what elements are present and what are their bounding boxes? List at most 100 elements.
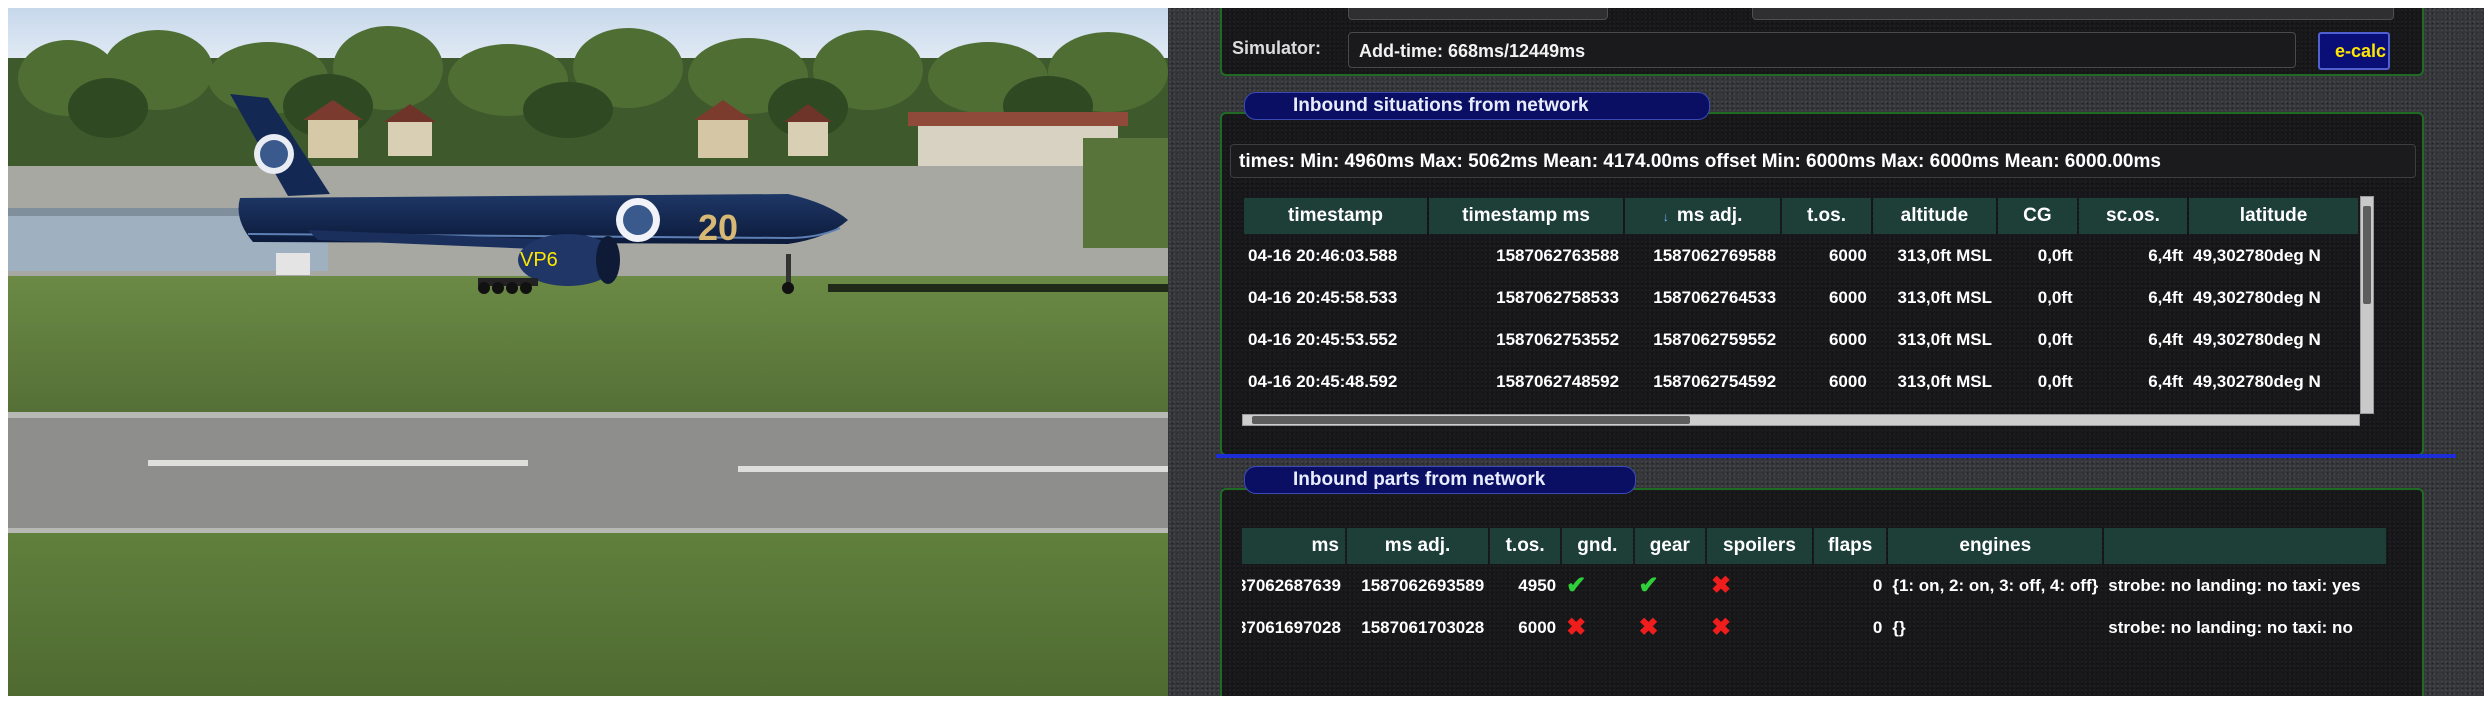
cell-timestamp-ms: 1587062763588 xyxy=(1496,246,1620,265)
cell-flaps: 0 xyxy=(1872,618,1883,637)
cell-gnd: ✖ xyxy=(1562,608,1632,648)
cell-cg: 0,0ft xyxy=(2037,330,2073,349)
column-header-ms[interactable]: ms xyxy=(1242,528,1345,564)
check-icon: ✔ xyxy=(1638,572,1659,599)
check-icon: ✔ xyxy=(1566,572,1587,599)
cell-ms: 1587062687639 xyxy=(1242,576,1341,595)
cell-timestamp: 04-16 20:45:58.533 xyxy=(1248,288,1398,307)
cell-latitude: 49,302780deg N xyxy=(2193,288,2321,307)
situations-vertical-scroll-thumb[interactable] xyxy=(2363,206,2371,304)
cell-cg: 0,0ft xyxy=(2037,246,2073,265)
cell-timestamp: 04-16 20:45:53.552 xyxy=(1248,330,1398,349)
column-header-lights[interactable] xyxy=(2104,528,2386,564)
cross-icon: ✖ xyxy=(1711,572,1732,599)
column-header-timestamp-ms[interactable]: timestamp ms xyxy=(1429,198,1624,234)
situation-times-field[interactable]: times: Min: 4960ms Max: 5062ms Mean: 417… xyxy=(1230,144,2416,178)
cell-gear: ✔ xyxy=(1635,566,1705,606)
table-row[interactable]: 04-16 20:45:53.552 1587062753552 158706275… xyxy=(1244,320,2358,360)
column-header-ms-adj-label: ms adj. xyxy=(1676,205,1743,226)
cell-ms: 1587061697028 xyxy=(1242,618,1341,637)
cell-tos: 6000 xyxy=(1828,288,1867,307)
situations-header-row: timestamp timestamp ms ↓ ms adj. t.os. al… xyxy=(1244,198,2358,234)
cross-icon: ✖ xyxy=(1566,614,1587,641)
simulator-add-time-field[interactable]: Add-time: 668ms/12449ms xyxy=(1348,32,2296,68)
situations-table: timestamp timestamp ms ↓ ms adj. t.os. al… xyxy=(1242,196,2360,404)
cell-timestamp-ms: 1587062758533 xyxy=(1496,288,1620,307)
top-field-partial xyxy=(1348,8,1608,20)
column-header-tos[interactable]: t.os. xyxy=(1782,198,1871,234)
cell-tos: 4950 xyxy=(1518,576,1557,595)
section-divider xyxy=(1216,454,2456,458)
table-row[interactable]: 04-16 20:46:03.588 1587062763588 158706276… xyxy=(1244,236,2358,276)
cell-ms-adj: 1587062754592 xyxy=(1653,372,1777,391)
cell-altitude: 313,0ft MSL xyxy=(1897,288,1993,307)
cell-tos: 6000 xyxy=(1518,618,1557,637)
cell-altitude: 313,0ft MSL xyxy=(1897,372,1993,391)
table-row[interactable]: 04-16 20:45:48.592 1587062748592 158706275… xyxy=(1244,362,2358,402)
cell-timestamp: 04-16 20:45:48.592 xyxy=(1248,372,1398,391)
network-monitor-panel: Simulator: Add-time: 668ms/12449ms e-cal… xyxy=(1168,8,2484,696)
recalculate-button[interactable]: e-calc xyxy=(2318,32,2390,70)
cell-scos: 6,4ft xyxy=(2148,246,2184,265)
column-header-gnd[interactable]: gnd. xyxy=(1562,528,1633,564)
cell-scos: 6,4ft xyxy=(2148,372,2184,391)
situations-table-viewport[interactable]: timestamp timestamp ms ↓ ms adj. t.os. al… xyxy=(1242,196,2360,412)
cross-icon: ✖ xyxy=(1711,614,1732,641)
cell-lights: strobe: no landing: no taxi: no xyxy=(2108,618,2353,637)
cell-spoilers: ✖ xyxy=(1707,566,1812,606)
cross-icon: ✖ xyxy=(1638,614,1659,641)
cell-scos: 6,4ft xyxy=(2148,288,2184,307)
column-header-scos[interactable]: sc.os. xyxy=(2078,198,2188,234)
cell-latitude: 49,302780deg N xyxy=(2193,246,2321,265)
cell-ms-adj: 1587062693589 xyxy=(1361,576,1485,595)
cell-ms-adj: 1587062769588 xyxy=(1653,246,1777,265)
cell-cg: 0,0ft xyxy=(2037,288,2073,307)
cell-latitude: 49,302780deg N xyxy=(2193,372,2321,391)
top-field-partial xyxy=(1752,8,2394,20)
column-header-flaps[interactable]: flaps xyxy=(1813,528,1887,564)
column-header-ms-adj[interactable]: ↓ ms adj. xyxy=(1625,198,1781,234)
cell-latitude: 49,302780deg N xyxy=(2193,330,2321,349)
cell-ms-adj: 1587062764533 xyxy=(1653,288,1777,307)
column-header-spoilers[interactable]: spoilers xyxy=(1707,528,1812,564)
cell-engines: {} xyxy=(1892,618,1906,637)
cell-flaps: 0 xyxy=(1872,576,1883,595)
column-header-ms-adj[interactable]: ms adj. xyxy=(1346,528,1489,564)
cell-lights: strobe: no landing: no taxi: yes xyxy=(2108,576,2361,595)
cell-gnd: ✔ xyxy=(1562,566,1632,606)
column-header-engines[interactable]: engines xyxy=(1888,528,2103,564)
table-row[interactable]: 1587062687639 1587062693589 4950 ✔ ✔ ✖ 0 {1: on… xyxy=(1242,566,2386,606)
aircraft-callsign-label: VP6 xyxy=(520,249,558,271)
parts-table: ms ms adj. t.os. gnd. gear spoilers flap… xyxy=(1242,526,2388,650)
cell-scos: 6,4ft xyxy=(2148,330,2184,349)
column-header-tos[interactable]: t.os. xyxy=(1490,528,1561,564)
table-row[interactable]: 04-16 20:45:58.533 1587062758533 158706276… xyxy=(1244,278,2358,318)
cell-ms-adj: 1587062759552 xyxy=(1653,330,1777,349)
inbound-parts-title: Inbound parts from network xyxy=(1244,466,1636,494)
parts-table-viewport[interactable]: ms ms adj. t.os. gnd. gear spoilers flap… xyxy=(1242,526,2418,676)
cell-tos: 6000 xyxy=(1828,372,1867,391)
table-row[interactable]: 1587061697028 1587061703028 6000 ✖ ✖ ✖ 0 {} stro… xyxy=(1242,608,2386,648)
cell-altitude: 313,0ft MSL xyxy=(1897,246,1993,265)
simulator-label: Simulator: xyxy=(1232,38,1322,58)
cell-engines: {1: on, 2: on, 3: off, 4: off} xyxy=(1892,576,2099,595)
column-header-altitude[interactable]: altitude xyxy=(1872,198,1997,234)
column-header-latitude[interactable]: latitude xyxy=(2189,198,2358,234)
svg-text:20: 20 xyxy=(698,207,738,248)
cell-cg: 0,0ft xyxy=(2037,372,2073,391)
situations-horizontal-scroll-thumb[interactable] xyxy=(1252,416,1690,424)
cell-tos: 6000 xyxy=(1828,330,1867,349)
column-header-gear[interactable]: gear xyxy=(1634,528,1705,564)
cell-timestamp-ms: 1587062753552 xyxy=(1496,330,1620,349)
column-header-timestamp[interactable]: timestamp xyxy=(1244,198,1428,234)
cell-gear: ✖ xyxy=(1635,608,1705,648)
cell-timestamp: 04-16 20:46:03.588 xyxy=(1248,246,1398,265)
cell-tos: 6000 xyxy=(1828,246,1867,265)
cell-spoilers: ✖ xyxy=(1707,608,1812,648)
cell-timestamp-ms: 1587062748592 xyxy=(1496,372,1620,391)
sort-arrow-icon: ↓ xyxy=(1662,210,1669,224)
simulator-view: 20 VP6 xyxy=(8,8,1168,696)
cell-ms-adj: 1587061703028 xyxy=(1361,618,1485,637)
column-header-cg[interactable]: CG xyxy=(1998,198,2077,234)
inbound-situations-title: Inbound situations from network xyxy=(1244,92,1710,120)
